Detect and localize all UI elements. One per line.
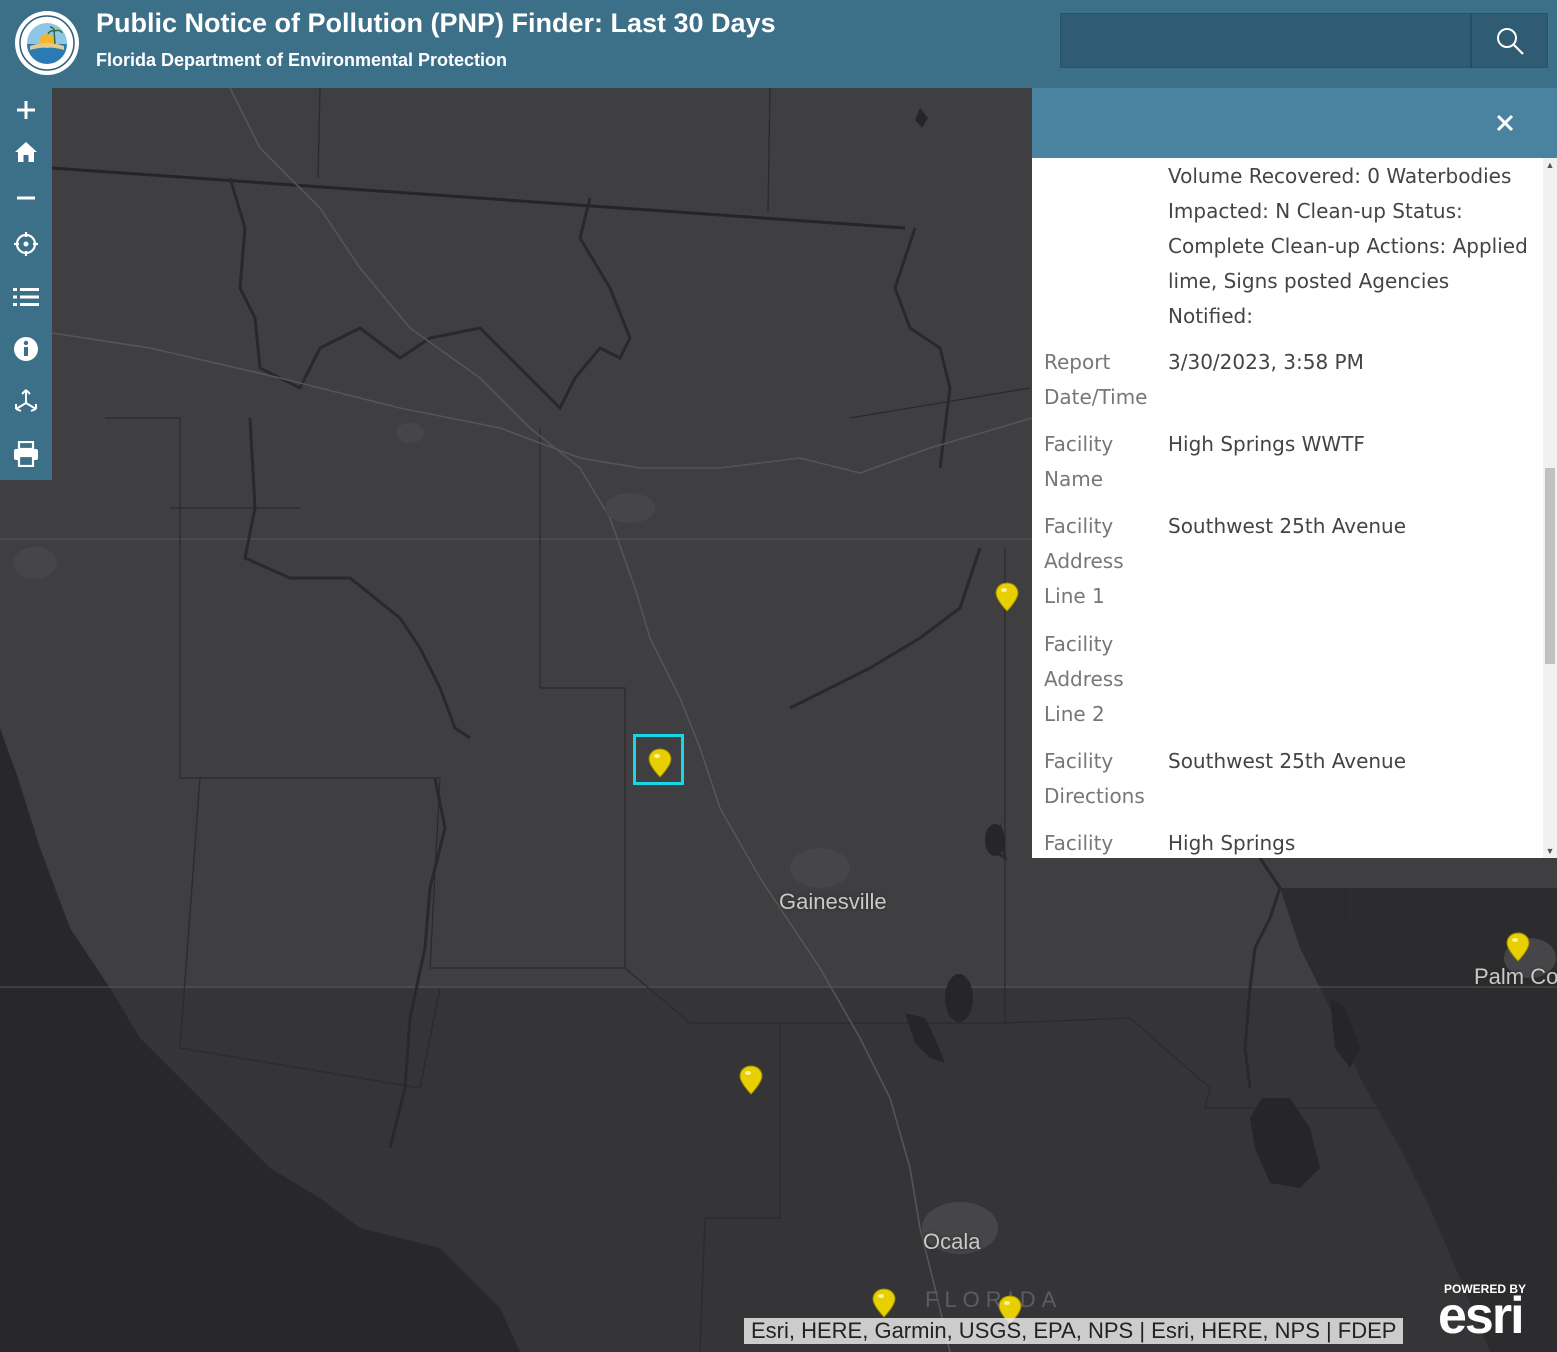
attribute-label: Facility Directions <box>1044 749 1145 808</box>
esri-logo[interactable]: POWERED BY esri <box>1438 1282 1550 1345</box>
share-icon <box>15 389 37 412</box>
page-subtitle: Florida Department of Environmental Prot… <box>96 50 508 70</box>
pollution-marker[interactable] <box>739 1065 763 1095</box>
search-input[interactable] <box>1060 13 1471 68</box>
popup-description: Volume Recovered: 0 Waterbodies Impacted… <box>1168 164 1528 328</box>
map-toolbar <box>0 88 52 480</box>
close-icon <box>1496 114 1514 132</box>
attribute-value: Southwest 25th Avenue <box>1168 749 1407 773</box>
scroll-up-icon[interactable]: ▲ <box>1545 160 1555 170</box>
locate-button[interactable] <box>0 222 52 266</box>
close-popup-button[interactable] <box>1490 108 1520 138</box>
state-label: FLORIDA <box>925 1287 1063 1312</box>
attribute-label: Facility Address Line 1 <box>1044 514 1124 608</box>
esri-wordmark: esri <box>1438 1287 1525 1345</box>
crosshair-icon <box>14 232 38 256</box>
print-button[interactable] <box>0 432 52 476</box>
list-icon <box>13 288 39 306</box>
attribute-label: Facility Name <box>1044 432 1114 491</box>
zoom-out-button[interactable] <box>0 176 52 220</box>
fdep-logo <box>14 10 80 76</box>
home-button[interactable] <box>0 130 52 174</box>
printer-icon <box>14 441 38 467</box>
attribute-value: Southwest 25th Avenue <box>1168 514 1407 538</box>
attribute-value: High Springs <box>1168 831 1296 855</box>
popup-scrollbar[interactable]: ▲ ▼ <box>1543 158 1557 858</box>
home-icon <box>15 142 37 162</box>
attribute-value: High Springs WWTF <box>1168 432 1365 456</box>
page-title: Public Notice of Pollution (PNP) Finder:… <box>96 8 776 38</box>
zoom-in-button[interactable] <box>0 88 52 132</box>
place-label-palm-coast: Palm Co <box>1474 964 1557 989</box>
pollution-marker[interactable] <box>995 582 1019 612</box>
feature-popup: Volume Recovered: 0 Waterbodies Impacted… <box>1032 88 1557 858</box>
attribute-label: Facility <box>1044 831 1114 855</box>
minus-icon <box>17 196 35 200</box>
pollution-marker[interactable] <box>1506 932 1530 962</box>
map-attribution: Esri, HERE, Garmin, USGS, EPA, NPS | Esr… <box>744 1318 1404 1344</box>
attribute-label: Report Date/Time <box>1044 350 1148 409</box>
search-icon <box>1496 27 1524 55</box>
share-button[interactable] <box>0 379 52 423</box>
info-button[interactable] <box>0 327 52 371</box>
attribute-label: Facility Address Line 2 <box>1044 632 1124 726</box>
layer-list-button[interactable] <box>0 275 52 319</box>
info-icon <box>14 337 38 361</box>
pollution-marker[interactable] <box>872 1288 896 1318</box>
popup-content: Volume Recovered: 0 Waterbodies Impacted… <box>1032 158 1543 858</box>
scrollbar-thumb[interactable] <box>1545 468 1555 664</box>
place-label-gainesville: Gainesville <box>779 889 887 914</box>
attribute-value: 3/30/2023, 3:58 PM <box>1168 350 1364 374</box>
plus-icon <box>17 101 35 119</box>
popup-header <box>1032 88 1557 158</box>
search-button[interactable] <box>1471 13 1548 68</box>
scroll-down-icon[interactable]: ▼ <box>1545 846 1555 856</box>
place-label-ocala: Ocala <box>923 1229 981 1254</box>
app-header: Public Notice of Pollution (PNP) Finder:… <box>0 0 1557 88</box>
pollution-marker[interactable] <box>648 748 672 778</box>
